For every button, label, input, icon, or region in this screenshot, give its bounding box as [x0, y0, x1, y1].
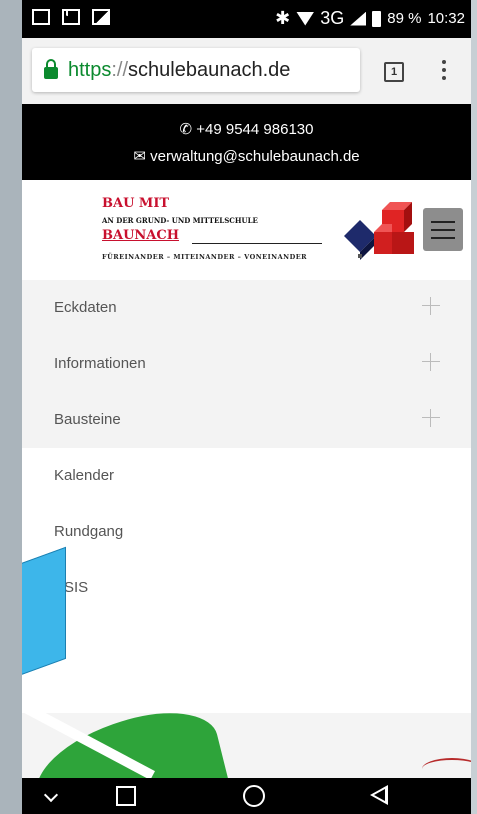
nav-item-label: Kalender — [54, 467, 115, 484]
phone-link[interactable]: ✆ +49 9544 986130 — [22, 120, 471, 138]
site-header: BAU MIT AN DER GRUND- UND MITTELSCHULE B… — [22, 180, 471, 280]
main-navigation: Eckdaten Informationen Bausteine Kalende… — [22, 280, 471, 616]
android-nav-bar — [22, 778, 471, 814]
battery-icon — [372, 10, 382, 27]
phone-icon: ✆ — [179, 121, 197, 138]
home-icon[interactable] — [242, 784, 266, 808]
nav-item-label: Rundgang — [54, 523, 124, 540]
nav-item-rundgang[interactable]: Rundgang — [22, 504, 471, 560]
background-left — [0, 0, 22, 814]
recents-icon[interactable] — [114, 784, 138, 808]
nav-item-informationen[interactable]: Informationen — [22, 336, 471, 392]
nav-item-label: Bausteine — [54, 411, 121, 428]
wifi-icon — [296, 11, 315, 26]
site-logo[interactable]: BAU MIT AN DER GRUND- UND MITTELSCHULE B… — [102, 192, 414, 267]
plus-icon[interactable] — [422, 297, 440, 315]
network-type: 3G — [320, 8, 345, 28]
tabs-icon[interactable]: 1 — [384, 62, 404, 82]
logo-cubes-graphic — [344, 202, 414, 260]
battery-percent: 89 % — [387, 10, 422, 27]
chevron-down-icon[interactable] — [40, 784, 64, 808]
signal-icon — [350, 11, 367, 26]
nav-item-label: Eckdaten — [54, 299, 117, 316]
gmail-icon — [62, 9, 80, 25]
envelope-icon: ✉ — [133, 148, 151, 165]
background-right — [471, 0, 477, 814]
blue-callout-shape — [22, 546, 66, 690]
address-bar[interactable]: https://schulebaunach.de — [32, 48, 360, 92]
bluetooth-icon: ✱ — [275, 8, 291, 28]
image-icon — [32, 9, 50, 25]
contact-banner: ✆ +49 9544 986130 ✉ verwaltung@schulebau… — [22, 104, 471, 180]
kebab-menu-icon[interactable] — [442, 60, 446, 84]
plus-icon[interactable] — [422, 409, 440, 427]
status-bar: ✱ 3G 89 % 10:32 — [22, 0, 471, 38]
photo-icon — [92, 9, 110, 25]
nav-item-label: Informationen — [54, 355, 146, 372]
url-text[interactable]: https://schulebaunach.de — [68, 59, 290, 82]
browser-toolbar: https://schulebaunach.de 1 — [22, 38, 471, 104]
hamburger-icon[interactable] — [423, 208, 463, 251]
phone-screen: ✱ 3G 89 % 10:32 https://schulebaunach.de… — [22, 0, 471, 814]
plus-icon[interactable] — [422, 353, 440, 371]
lock-icon[interactable] — [44, 59, 58, 79]
email-link[interactable]: ✉ verwaltung@schulebaunach.de — [22, 147, 471, 165]
nav-item-esis[interactable]: ESIS — [22, 560, 471, 616]
clock: 10:32 — [427, 10, 465, 27]
hero-image — [22, 713, 471, 780]
nav-item-kalender[interactable]: Kalender — [22, 448, 471, 504]
nav-item-eckdaten[interactable]: Eckdaten — [22, 280, 471, 336]
back-icon[interactable] — [368, 784, 392, 808]
nav-item-bausteine[interactable]: Bausteine — [22, 392, 471, 448]
